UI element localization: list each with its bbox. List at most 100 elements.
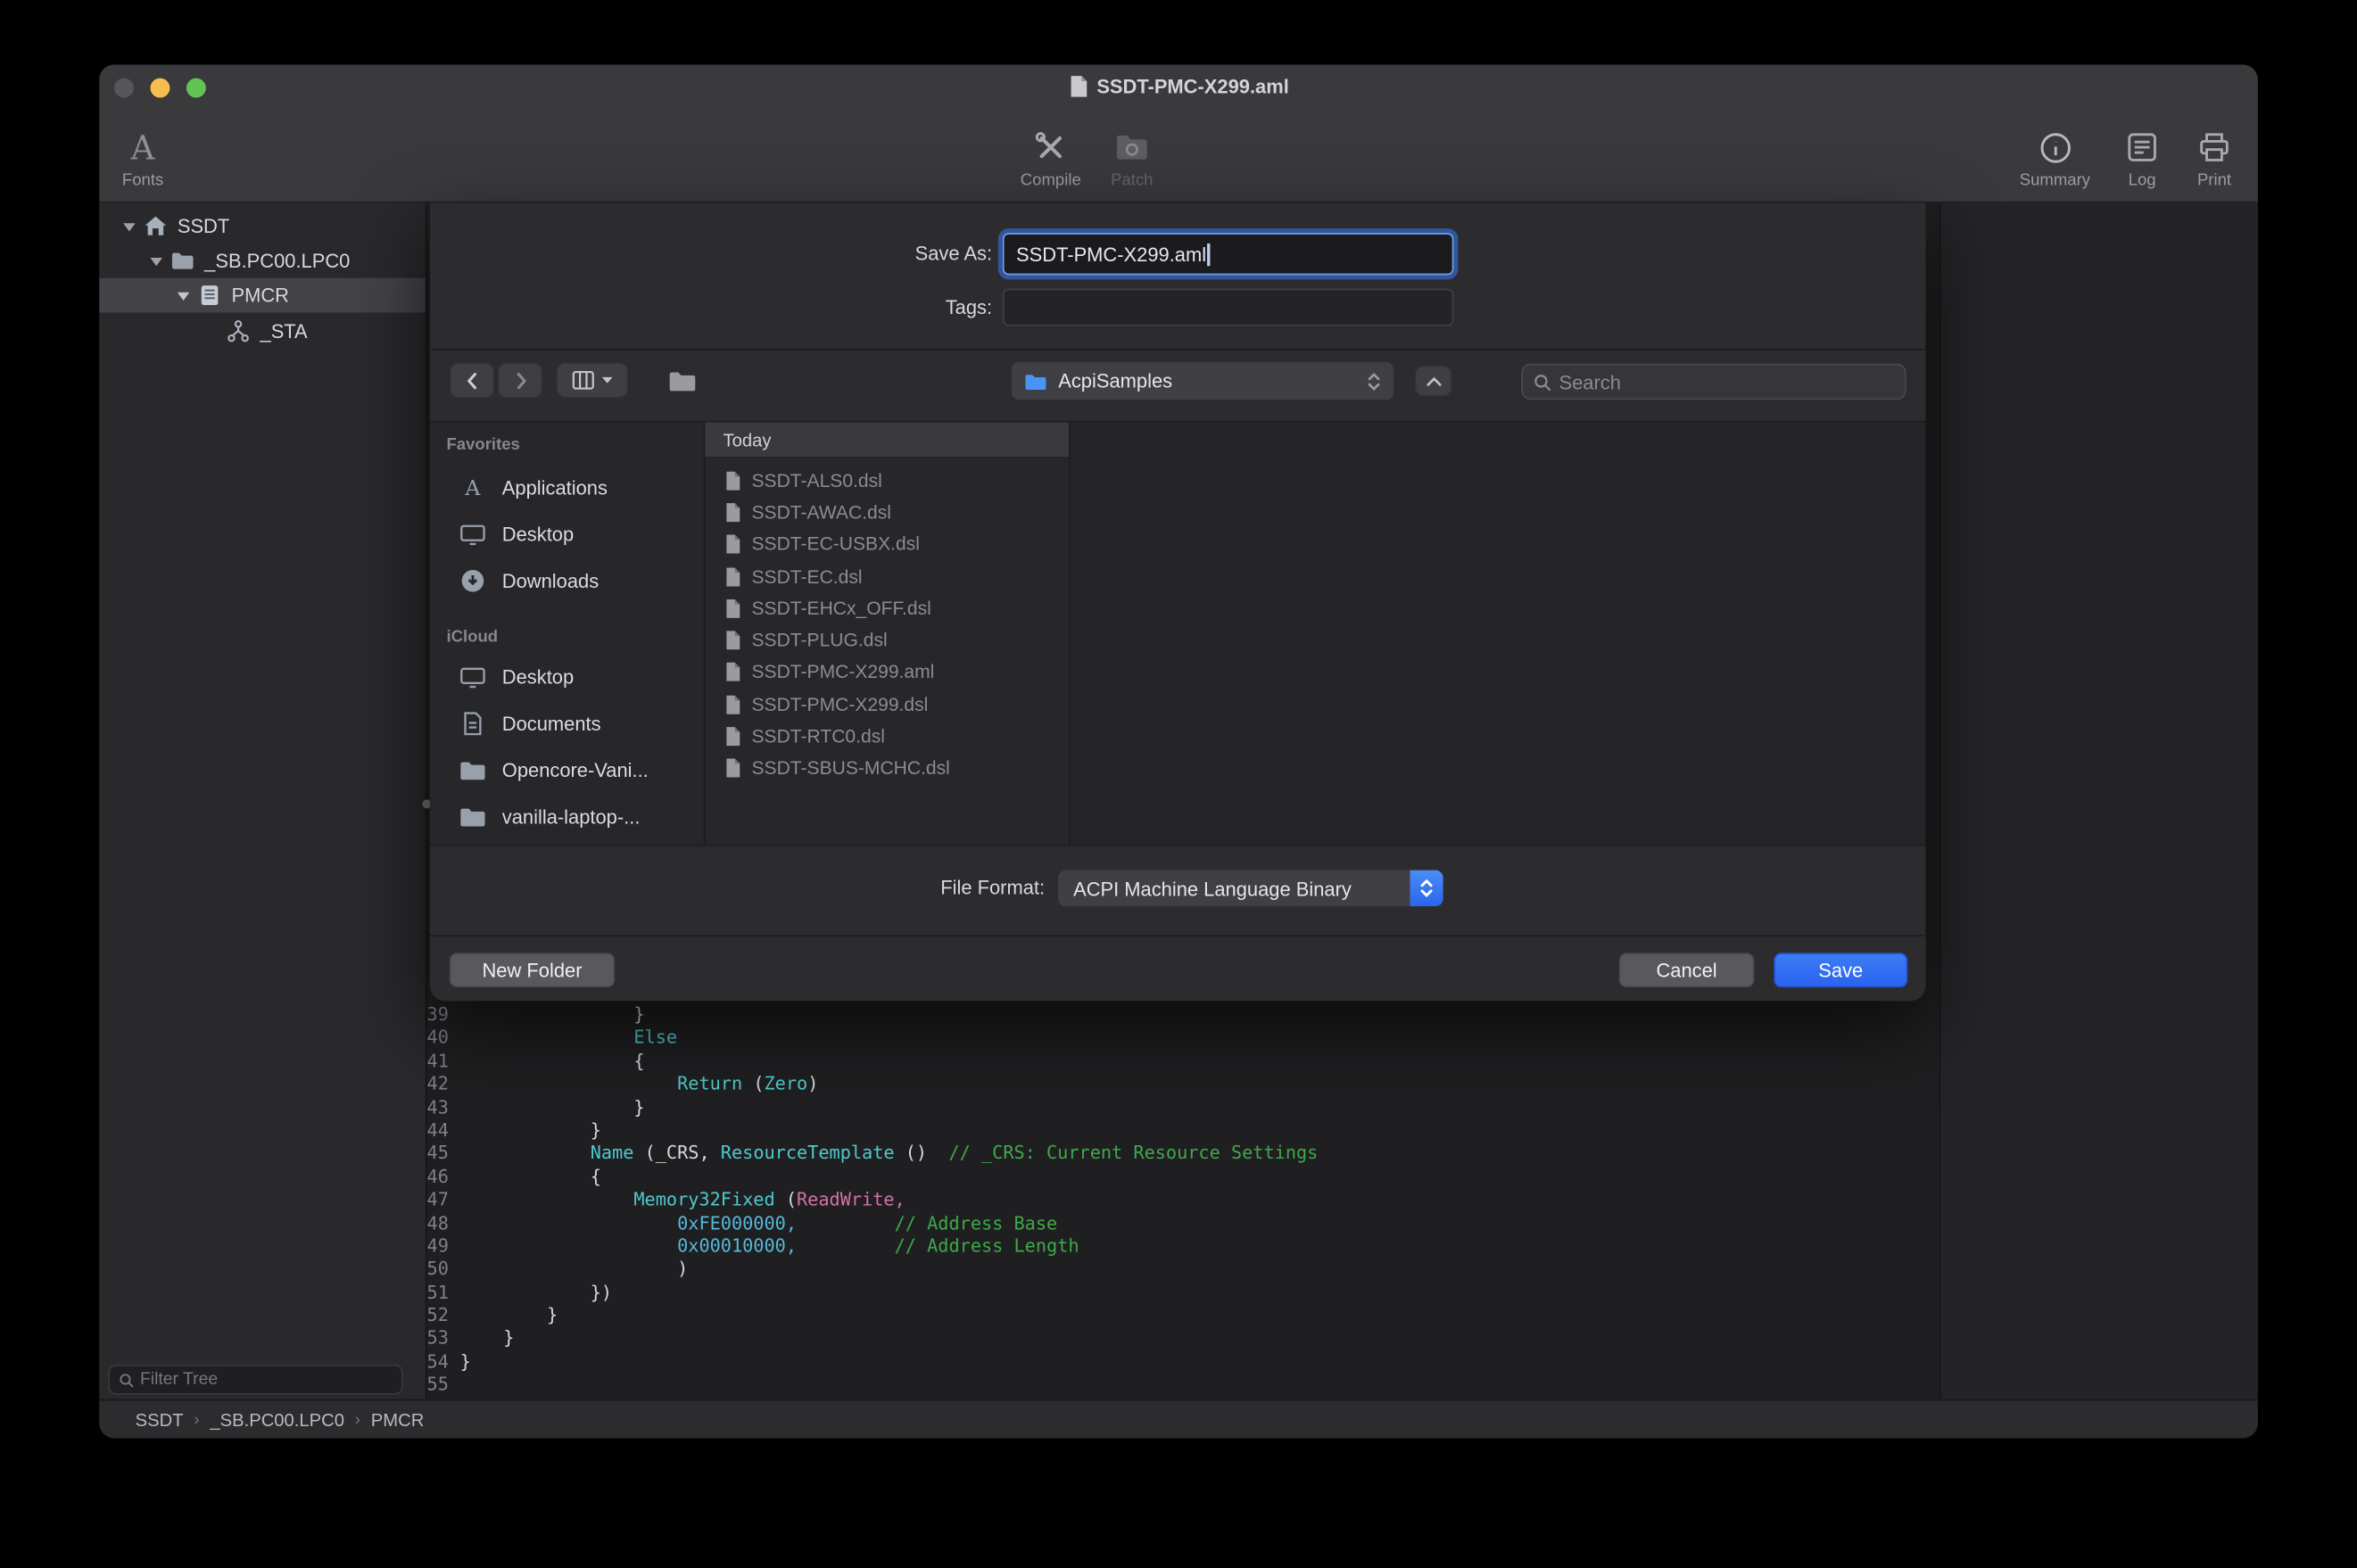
document-icon [723, 758, 742, 780]
file-name: SSDT-RTC0.dsl [752, 726, 885, 747]
code-text: 0xFE000000, // Address Base [460, 1212, 1058, 1235]
documents-icon [459, 709, 487, 738]
line-number: 48 [427, 1212, 460, 1235]
disclosure-triangle-icon[interactable] [147, 252, 165, 269]
line-number: 49 [427, 1235, 460, 1259]
folder-icon [459, 756, 487, 785]
tags-field[interactable] [1003, 289, 1453, 326]
tree-item-label: SSDT [178, 215, 229, 237]
code-text: Return (Zero) [460, 1073, 819, 1096]
code-text: } [460, 1351, 471, 1374]
sidebar-item-label: Desktop [502, 665, 574, 688]
tree-item-pmcr[interactable]: PMCR [99, 278, 426, 313]
disclosure-triangle-icon[interactable] [120, 217, 138, 235]
code-line: 39 } [427, 1004, 1939, 1027]
chevron-up-icon [1425, 375, 1443, 386]
file-item[interactable]: SSDT-PLUG.dsl [705, 624, 1069, 656]
file-item[interactable]: SSDT-PMC-X299.aml [705, 656, 1069, 689]
code-line: 51 }) [427, 1282, 1939, 1305]
new-folder-button[interactable]: New Folder [450, 953, 615, 987]
titlebar: SSDT-PMC-X299.aml [99, 75, 2258, 97]
view-mode-button[interactable] [556, 362, 628, 398]
file-item[interactable]: SSDT-EHCx_OFF.dsl [705, 592, 1069, 624]
collapse-panel-button[interactable] [1415, 365, 1452, 396]
document-proxy-icon [1068, 75, 1088, 97]
save-button[interactable]: Save [1774, 953, 1907, 987]
file-name: SSDT-SBUS-MCHC.dsl [752, 758, 950, 780]
search-field[interactable] [1521, 364, 1906, 400]
file-item[interactable]: SSDT-PMC-X299.dsl [705, 689, 1069, 721]
line-number: 52 [427, 1305, 460, 1328]
status-bar: SSDT › _SB.PC00.LPC0 › PMCR [99, 1399, 2258, 1439]
code-line: 49 0x00010000, // Address Length [427, 1235, 1939, 1259]
sidebar-item-documents[interactable]: Documents [430, 700, 704, 747]
sidebar-item-desktop[interactable]: Desktop [430, 511, 704, 557]
cancel-button[interactable]: Cancel [1619, 953, 1755, 987]
search-input[interactable] [1559, 370, 1894, 392]
document-icon [723, 630, 742, 651]
file-item[interactable]: SSDT-AWAC.dsl [705, 497, 1069, 529]
code-text: } [460, 1096, 645, 1119]
tree-item-label: _SB.PC00.LPC0 [204, 250, 350, 272]
breadcrumb-item[interactable]: _SB.PC00.LPC0 [210, 1409, 344, 1431]
code-line: 45 Name (_CRS, ResourceTemplate () // _C… [427, 1143, 1939, 1166]
back-button[interactable] [450, 362, 495, 398]
toolbar-item-print[interactable]: Print [2162, 121, 2258, 189]
toolbar-label: Log [2129, 171, 2156, 189]
file-item[interactable]: SSDT-RTC0.dsl [705, 721, 1069, 753]
file-group-header: Today [705, 422, 1069, 458]
new-folder-toolbar-button[interactable] [654, 362, 711, 398]
sidebar-item-applications[interactable]: A Applications [430, 465, 704, 511]
search-icon [119, 1372, 134, 1389]
line-number: 51 [427, 1282, 460, 1305]
method-icon [226, 318, 252, 344]
tree-item-sta[interactable]: _STA [99, 314, 426, 349]
file-name: SSDT-PLUG.dsl [752, 630, 888, 651]
save-as-label: Save As: [812, 233, 992, 275]
file-item[interactable]: SSDT-SBUS-MCHC.dsl [705, 753, 1069, 785]
forward-button[interactable] [498, 362, 543, 398]
folder-icon [667, 367, 698, 393]
file-item[interactable]: SSDT-EC.dsl [705, 560, 1069, 592]
filter-tree-field[interactable] [108, 1365, 402, 1395]
line-number: 44 [427, 1119, 460, 1143]
document-icon [723, 565, 742, 587]
line-number: 43 [427, 1096, 460, 1119]
summary-info-icon [2036, 121, 2073, 167]
breadcrumb-item[interactable]: SSDT [136, 1409, 184, 1431]
sidebar-item-vanilla-folder[interactable]: vanilla-laptop-... [430, 794, 704, 840]
breadcrumb-item[interactable]: PMCR [371, 1409, 425, 1431]
line-number: 39 [427, 1004, 460, 1027]
file-item[interactable]: SSDT-EC-USBX.dsl [705, 528, 1069, 560]
save-as-field[interactable]: SSDT-PMC-X299.aml [1003, 233, 1453, 275]
location-value: AcpiSamples [1058, 370, 1172, 392]
toolbar-label: Print [2197, 171, 2231, 189]
code-line: 47 Memory32Fixed (ReadWrite, [427, 1189, 1939, 1212]
disclosure-triangle-icon[interactable] [174, 286, 192, 304]
toolbar-item-fonts[interactable]: A Fonts [99, 121, 195, 189]
code-line: 44 } [427, 1119, 1939, 1143]
file-item[interactable]: SSDT-ALS0.dsl [705, 465, 1069, 497]
search-icon [1534, 372, 1551, 392]
file-format-popup[interactable]: ACPI Machine Language Binary [1057, 869, 1445, 908]
sidebar-item-icloud-desktop[interactable]: Desktop [430, 654, 704, 700]
tree-item-label: _STA [261, 320, 308, 342]
column-preview-area [1071, 422, 1926, 844]
sidebar-item-downloads[interactable]: Downloads [430, 557, 704, 604]
tree-item-ssdt[interactable]: SSDT [99, 209, 426, 243]
code-text: 0x00010000, // Address Length [460, 1235, 1079, 1259]
file-name: SSDT-PMC-X299.aml [752, 662, 935, 683]
code-line: 55 [427, 1374, 1939, 1398]
location-popup[interactable]: AcpiSamples [1010, 360, 1394, 400]
favorites-header: Favorites [446, 436, 519, 454]
breadcrumb-separator: › [355, 1410, 360, 1428]
line-number: 42 [427, 1073, 460, 1096]
sidebar-item-opencore-folder[interactable]: Opencore-Vani... [430, 747, 704, 793]
file-name: SSDT-EHCx_OFF.dsl [752, 598, 931, 619]
tree-item-sb-pc00-lpc0[interactable]: _SB.PC00.LPC0 [99, 243, 426, 278]
filter-tree-input[interactable] [140, 1371, 393, 1389]
code-line: 41 { [427, 1050, 1939, 1073]
code-line: 42 Return (Zero) [427, 1073, 1939, 1096]
chevron-down-icon [601, 375, 613, 384]
right-panel [1939, 202, 2258, 1399]
